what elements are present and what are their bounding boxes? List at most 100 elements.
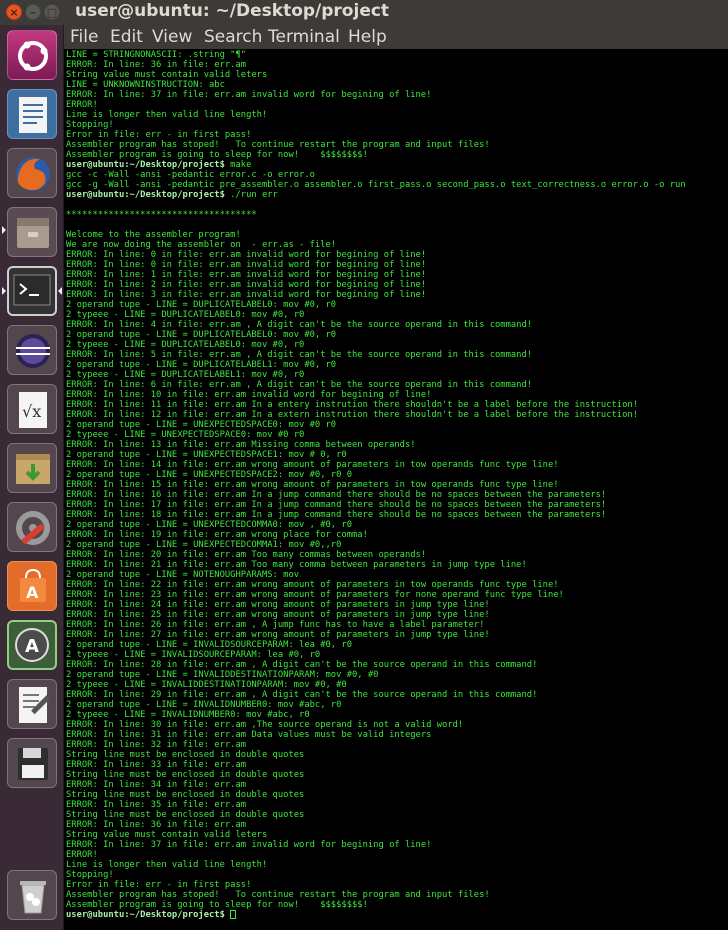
terminal-text: 2 typeee - LINE = DUPLICATELABEL0: mov #… bbox=[66, 310, 305, 320]
terminal-text: 2 typeee - LINE = DUPLICATELABEL0: mov #… bbox=[66, 340, 305, 350]
terminal-text: ERROR! bbox=[66, 100, 98, 110]
libreoffice-math-icon[interactable]: √x bbox=[7, 384, 57, 434]
terminal-text: ERROR: In line: 32 in file: err.am bbox=[66, 740, 247, 750]
terminal-line: ERROR: In line: 20 in file: err.am Too m… bbox=[66, 550, 426, 560]
save-disk-icon[interactable] bbox=[7, 738, 57, 788]
terminal-text: ERROR: In line: 3 in file: err.am invali… bbox=[66, 290, 427, 300]
terminal-icon[interactable] bbox=[7, 266, 57, 316]
minimize-button[interactable]: – bbox=[25, 4, 41, 20]
terminal-text: 2 operand tupe - LINE = DUPLICATELABEL0:… bbox=[66, 330, 337, 340]
terminal-line: ERROR: In line: 28 in file: err.am , A d… bbox=[66, 660, 537, 670]
terminal-text: ERROR: In line: 16 in file: err.am In a … bbox=[66, 490, 607, 500]
terminal-text: ./run err bbox=[224, 190, 278, 200]
terminal-line: Assembler program has stoped! To continu… bbox=[66, 140, 490, 150]
terminal-line: user@ubuntu:~/Desktop/project$ ./run err bbox=[66, 190, 278, 200]
terminal-line: ERROR: In line: 3 in file: err.am invali… bbox=[66, 290, 426, 300]
terminal-line: 2 typeee - LINE = INVALIDNUMBER0: mov #a… bbox=[66, 710, 310, 720]
terminal-text: 2 operand tupe - LINE = DUPLICATELABEL0:… bbox=[66, 300, 337, 310]
software-center-icon[interactable]: A bbox=[7, 561, 57, 611]
terminal-text: ERROR: In line: 37 in file: err.am inval… bbox=[66, 90, 432, 100]
terminal-line: ERROR: In line: 33 in file: err.am bbox=[66, 760, 246, 770]
terminal-text: ERROR: In line: 5 in file: err.am , A di… bbox=[66, 350, 533, 360]
terminal-text: Stopping! bbox=[66, 120, 114, 130]
trash-icon[interactable] bbox=[7, 870, 57, 920]
running-indicator-terminal bbox=[2, 287, 6, 295]
terminal-text: 2 operand tupe - LINE = INVALIDNUMBER0: … bbox=[66, 700, 342, 710]
terminal-line: String line must be enclosed in double q… bbox=[66, 750, 304, 760]
menu-file[interactable]: File bbox=[70, 27, 98, 47]
terminal-text: String value must contain valid leters bbox=[66, 70, 268, 80]
terminal-text: Assembler program is going to sleep for … bbox=[66, 150, 368, 160]
terminal-line: ERROR: In line: 21 in file: err.am Too m… bbox=[66, 560, 527, 570]
terminal-line: LINE = UNKNOWNINSTRUCTION: abc bbox=[66, 80, 225, 90]
terminal-line: Stopping! bbox=[66, 120, 114, 130]
terminal-line: ERROR: In line: 29 in file: err.am , A d… bbox=[66, 690, 537, 700]
window-titlebar[interactable]: × – □ user@ubuntu: ~/Desktop/project bbox=[0, 0, 728, 25]
terminal-text: ERROR: In line: 21 in file: err.am Too m… bbox=[66, 560, 527, 570]
terminal-text: Line is longer then valid line length! bbox=[66, 860, 268, 870]
terminal-text: LINE = UNKNOWNINSTRUCTION: abc bbox=[66, 80, 225, 90]
terminal-line: 2 typeee - LINE = DUPLICATELABEL0: mov #… bbox=[66, 310, 304, 320]
terminal-line: 2 typeee - LINE = DUPLICATELABEL1: mov #… bbox=[66, 370, 304, 380]
system-settings-icon[interactable] bbox=[7, 502, 57, 552]
terminal-output[interactable]: LINE = STRINGNONASCII: .string "¶" ERROR:… bbox=[64, 49, 728, 930]
terminal-line: ERROR: In line: 19 in file: err.am wrong… bbox=[66, 530, 368, 540]
terminal-text: ERROR: In line: 37 in file: err.am inval… bbox=[66, 840, 432, 850]
eclipse-icon[interactable] bbox=[7, 325, 57, 375]
terminal-text: Assembler program has stoped! To continu… bbox=[66, 890, 490, 900]
close-button[interactable]: × bbox=[6, 4, 22, 20]
shell-prompt: user@ubuntu:~/Desktop/project$ bbox=[66, 190, 225, 200]
terminal-text: ERROR! bbox=[66, 850, 98, 860]
terminal-line: ERROR: In line: 0 in file: err.am invali… bbox=[66, 250, 426, 260]
terminal-line: ERROR: In line: 1 in file: err.am invali… bbox=[66, 270, 426, 280]
menu-edit[interactable]: Edit bbox=[110, 27, 143, 47]
terminal-line: ERROR: In line: 35 in file: err.am bbox=[66, 800, 246, 810]
terminal-line: ERROR: In line: 30 in file: err.am ,The … bbox=[66, 720, 463, 730]
terminal-line: String value must contain valid leters bbox=[66, 830, 267, 840]
terminal-text: 2 operand tupe - LINE = DUPLICATELABEL1:… bbox=[66, 360, 337, 370]
terminal-text: 2 typeee - LINE = DUPLICATELABEL1: mov #… bbox=[66, 370, 305, 380]
archive-manager-icon[interactable] bbox=[7, 443, 57, 493]
menu-terminal[interactable]: Terminal bbox=[268, 27, 340, 47]
terminal-line: ERROR: In line: 32 in file: err.am bbox=[66, 740, 246, 750]
svg-text:√x: √x bbox=[22, 402, 41, 421]
terminal-line: Error in file: err - in first pass! bbox=[66, 880, 251, 890]
terminal-line: 2 operand tupe - LINE = DUPLICATELABEL1:… bbox=[66, 360, 336, 370]
terminal-line: Assembler program has stoped! To continu… bbox=[66, 890, 490, 900]
terminal-line: String line must be enclosed in double q… bbox=[66, 810, 304, 820]
window-title: user@ubuntu: ~/Desktop/project bbox=[75, 1, 390, 21]
terminal-line: Stopping! bbox=[66, 870, 114, 880]
libreoffice-writer-icon[interactable] bbox=[7, 89, 57, 139]
ubuntu-dash-icon[interactable] bbox=[7, 30, 57, 80]
terminal-text: ERROR: In line: 20 in file: err.am Too m… bbox=[66, 550, 427, 560]
terminal-text: String line must be enclosed in double q… bbox=[66, 770, 305, 780]
terminal-line: 2 operand tupe - LINE = UNEXPECTEDCOMMA1… bbox=[66, 540, 341, 550]
terminal-text: ERROR: In line: 4 in file: err.am , A di… bbox=[66, 320, 533, 330]
terminal-line: Error in file: err - in first pass! bbox=[66, 130, 251, 140]
terminal-text: ERROR: In line: 15 in file: err.am wrong… bbox=[66, 480, 559, 490]
terminal-text: String line must be enclosed in double q… bbox=[66, 790, 305, 800]
terminal-text: 2 operand tupe - LINE = UNEXPECTEDSPACE1… bbox=[66, 450, 347, 460]
maximize-button[interactable]: □ bbox=[44, 4, 60, 20]
terminal-line: gcc -c -Wall -ansi -pedantic error.c -o … bbox=[66, 170, 315, 180]
software-updater-icon[interactable]: A bbox=[7, 620, 57, 670]
terminal-line: String line must be enclosed in double q… bbox=[66, 770, 304, 780]
terminal-text: Assembler program has stoped! To continu… bbox=[66, 140, 490, 150]
terminal-line: Line is longer then valid line length! bbox=[66, 860, 267, 870]
firefox-icon[interactable] bbox=[7, 148, 57, 198]
text-editor-icon[interactable] bbox=[7, 679, 57, 729]
terminal-line: ERROR: In line: 26 in file: err.am , A j… bbox=[66, 620, 484, 630]
menu-search[interactable]: Search bbox=[204, 27, 262, 47]
terminal-text: We are now doing the assembler on - err.… bbox=[66, 240, 337, 250]
terminal-text: Line is longer then valid line length! bbox=[66, 110, 268, 120]
terminal-text: String line must be enclosed in double q… bbox=[66, 750, 305, 760]
menu-help[interactable]: Help bbox=[348, 27, 387, 47]
terminal-line: ERROR: In line: 27 in file: err.am wrong… bbox=[66, 630, 490, 640]
terminal-text: ERROR: In line: 33 in file: err.am bbox=[66, 760, 247, 770]
terminal-line: We are now doing the assembler on - err.… bbox=[66, 240, 336, 250]
terminal-text: 2 typeee - LINE = INVALIDDESTINATIONPARA… bbox=[66, 680, 347, 690]
files-icon[interactable] bbox=[7, 207, 57, 257]
terminal-line: ERROR: In line: 18 in file: err.am In a … bbox=[66, 510, 606, 520]
terminal-text: ERROR: In line: 18 in file: err.am In a … bbox=[66, 510, 607, 520]
menu-view[interactable]: View bbox=[152, 27, 192, 47]
